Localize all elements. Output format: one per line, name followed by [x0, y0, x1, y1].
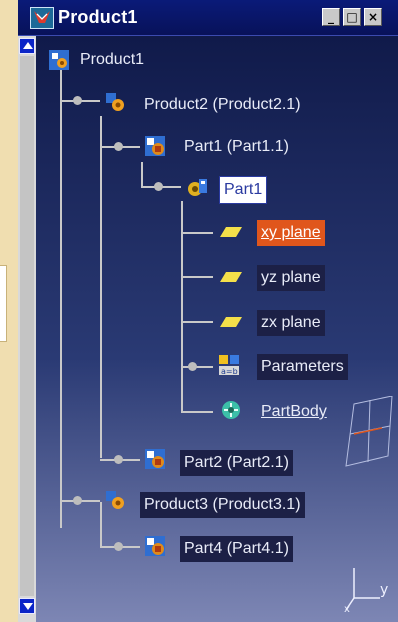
tree-node-label[interactable]: Product1	[76, 47, 148, 73]
tree-node-label-highlighted[interactable]: xy plane	[257, 220, 325, 246]
collapse-toggle[interactable]	[114, 142, 123, 151]
tree-node-label-selected[interactable]: Part1	[219, 176, 268, 204]
specification-tree: Product1 Product2 (Product2.1) Part1 (Pa…	[36, 36, 398, 622]
tree-connector	[181, 411, 213, 413]
tree-connector	[60, 70, 62, 528]
window-title: Product1	[58, 7, 138, 27]
collapse-toggle[interactable]	[154, 182, 163, 191]
part-icon[interactable]	[144, 535, 166, 557]
tree-node-label[interactable]: zx plane	[257, 310, 325, 336]
scroll-track[interactable]	[20, 56, 34, 596]
svg-text:a=b: a=b	[221, 367, 238, 376]
plane-icon[interactable]	[220, 227, 242, 237]
part-document-icon[interactable]	[186, 177, 208, 199]
specification-tree-window: Product1 _ □ × Product1 Product2 (Produc…	[18, 0, 398, 622]
tree-node-label[interactable]: Parameters	[257, 354, 348, 380]
axis-compass-icon: y x	[344, 568, 388, 614]
axis-y-label: y	[380, 582, 388, 598]
tree-node-label[interactable]: Part1 (Part1.1)	[180, 134, 293, 160]
expand-toggle[interactable]	[188, 362, 197, 371]
background-plane-outline	[345, 396, 393, 467]
tree-connector	[181, 321, 213, 323]
part-icon[interactable]	[144, 135, 166, 157]
title-bar[interactable]: Product1 _ □ ×	[18, 0, 398, 36]
part-icon[interactable]	[144, 448, 166, 470]
tree-connector	[100, 502, 102, 546]
collapse-toggle[interactable]	[73, 496, 82, 505]
strip-marker	[0, 265, 7, 342]
product-icon[interactable]	[48, 49, 70, 71]
part-body-icon[interactable]	[220, 399, 242, 421]
collapse-toggle[interactable]	[73, 96, 82, 105]
catia-app-icon	[30, 7, 54, 29]
product-icon[interactable]	[104, 489, 126, 511]
tree-connector	[141, 162, 143, 186]
tree-node-label[interactable]: PartBody	[257, 399, 331, 425]
vertical-scrollbar[interactable]	[18, 36, 36, 622]
tree-node-label[interactable]: Product3 (Product3.1)	[140, 492, 305, 518]
scroll-down-arrow-icon[interactable]	[19, 598, 35, 614]
tree-connector	[181, 232, 213, 234]
tree-connector	[181, 366, 213, 368]
tree-connector	[100, 116, 102, 458]
collapse-toggle[interactable]	[114, 455, 123, 464]
tree-node-label[interactable]: Product2 (Product2.1)	[140, 92, 305, 118]
left-strip	[0, 0, 18, 622]
plane-icon[interactable]	[220, 272, 242, 282]
product-icon[interactable]	[104, 91, 126, 113]
tree-connector	[181, 276, 213, 278]
scroll-up-arrow-icon[interactable]	[19, 38, 35, 54]
restore-button[interactable]: □	[343, 8, 361, 26]
parameters-icon[interactable]: a=b	[218, 354, 240, 376]
tree-node-label[interactable]: Part4 (Part4.1)	[180, 536, 293, 562]
close-button[interactable]: ×	[364, 8, 382, 26]
tree-node-label[interactable]: Part2 (Part2.1)	[180, 450, 293, 476]
minimize-button[interactable]: _	[322, 8, 340, 26]
collapse-toggle[interactable]	[114, 542, 123, 551]
axis-x-label: x	[344, 604, 350, 614]
plane-icon[interactable]	[220, 317, 242, 327]
tree-node-label[interactable]: yz plane	[257, 265, 325, 291]
